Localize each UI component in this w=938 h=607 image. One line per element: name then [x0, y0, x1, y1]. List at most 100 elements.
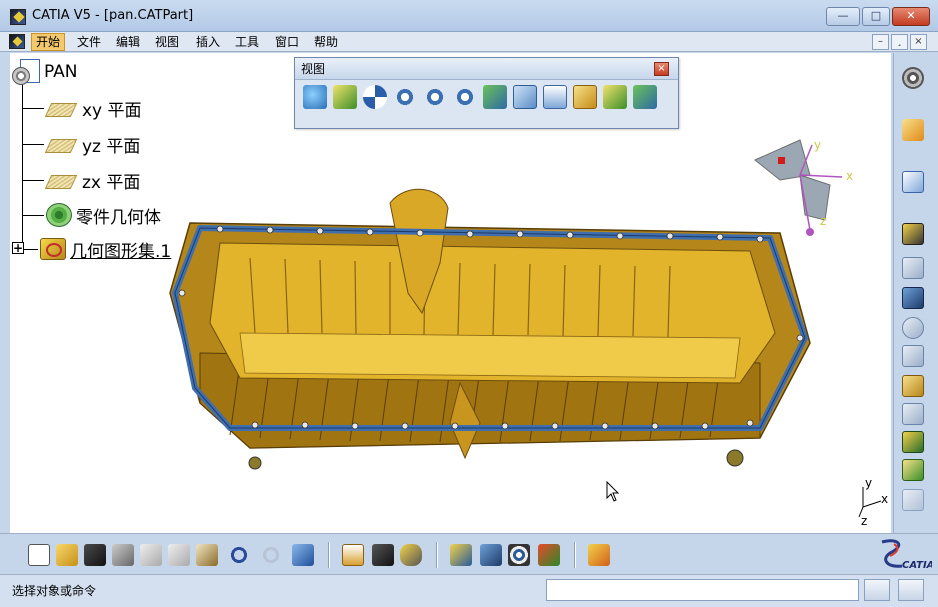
- dress-up-icon[interactable]: [902, 431, 924, 453]
- tree-node-geometric-set[interactable]: 几何图形集.1: [22, 236, 171, 262]
- measure-item-icon[interactable]: [372, 544, 394, 566]
- menu-window[interactable]: 窗口: [271, 33, 303, 51]
- apply-material-icon[interactable]: [450, 544, 472, 566]
- mouse-cursor-icon: [606, 481, 620, 502]
- transformation-icon[interactable]: [902, 459, 924, 481]
- sketcher-icon[interactable]: [902, 171, 924, 193]
- undo-icon[interactable]: [228, 544, 250, 566]
- menu-start[interactable]: 开始: [31, 33, 66, 51]
- tree-node-zx-plane[interactable]: zx 平面: [22, 167, 140, 193]
- pan-icon[interactable]: [363, 85, 387, 109]
- view-toolbar-tools: [303, 85, 657, 113]
- tree-node-yz-plane[interactable]: yz 平面: [22, 131, 140, 157]
- menu-insert[interactable]: 插入: [192, 33, 224, 51]
- menu-edit[interactable]: 编辑: [112, 33, 144, 51]
- save-icon[interactable]: [84, 544, 106, 566]
- tree-root-pan[interactable]: PAN: [12, 59, 78, 85]
- open-folder-icon[interactable]: [56, 544, 78, 566]
- zoom-in-icon[interactable]: [423, 85, 447, 109]
- status-icon-button-1[interactable]: [864, 579, 890, 601]
- menu-tools[interactable]: 工具: [231, 33, 263, 51]
- select-arrow-icon[interactable]: [902, 119, 924, 141]
- minimize-button[interactable]: —: [826, 7, 860, 26]
- hole-icon[interactable]: [902, 345, 924, 367]
- menu-bar: 开始 文件 编辑 视图 插入 工具 窗口 帮助 – ¸ ×: [0, 32, 938, 52]
- measure-inertia-icon[interactable]: [400, 544, 422, 566]
- compass-widget[interactable]: y x z: [750, 135, 860, 245]
- title-bar: CATIA V5 - [pan.CATPart] — □ ✕: [0, 0, 938, 32]
- groove-icon[interactable]: [902, 317, 924, 339]
- plane-icon: [46, 135, 76, 153]
- status-bar: 选择对象或命令: [0, 574, 938, 607]
- plane-icon: [46, 99, 76, 117]
- oil-pan-3d-model[interactable]: [160, 173, 820, 473]
- slot-icon[interactable]: [902, 403, 924, 425]
- geometrical-set-icon: [40, 238, 66, 260]
- window-title: CATIA V5 - [pan.CATPart]: [32, 8, 194, 23]
- close-button[interactable]: ✕: [892, 7, 930, 26]
- shaft-icon[interactable]: [902, 287, 924, 309]
- multi-view-icon[interactable]: [513, 85, 537, 109]
- iso-view-icon[interactable]: [543, 85, 567, 109]
- rib-icon[interactable]: [902, 375, 924, 397]
- 3d-axis-system-icon[interactable]: [508, 544, 530, 566]
- bottom-standard-toolbar: CATIA: [0, 533, 938, 573]
- compass-y-label: y: [814, 138, 821, 152]
- hide-show-icon[interactable]: [603, 85, 627, 109]
- pad-icon[interactable]: [902, 223, 924, 245]
- new-file-icon[interactable]: [28, 544, 50, 566]
- swap-visible-space-icon[interactable]: [633, 85, 657, 109]
- document-icon[interactable]: [9, 34, 25, 49]
- status-icon-button-2[interactable]: [898, 579, 924, 601]
- shading-icon[interactable]: [573, 85, 597, 109]
- menu-view[interactable]: 视图: [151, 33, 183, 51]
- mdi-close-button[interactable]: ×: [910, 34, 927, 50]
- measure-between-icon[interactable]: [342, 544, 364, 566]
- tree-node-xy-plane[interactable]: xy 平面: [22, 95, 142, 121]
- boolean-icon[interactable]: [902, 489, 924, 511]
- catia-logo: CATIA: [881, 539, 932, 571]
- view-toolbar-panel[interactable]: 视图 ×: [294, 57, 679, 129]
- menu-file[interactable]: 文件: [73, 33, 105, 51]
- triad-y-label: y: [865, 477, 872, 490]
- tree-node-label: xy 平面: [82, 100, 142, 121]
- right-workbench-toolbar: [893, 53, 938, 533]
- part-body-icon: [46, 203, 72, 227]
- restore-button[interactable]: □: [862, 7, 890, 26]
- pocket-icon[interactable]: [902, 257, 924, 279]
- catia-app-icon[interactable]: [10, 9, 26, 25]
- tree-root-label: PAN: [44, 62, 78, 82]
- menu-help[interactable]: 帮助: [310, 33, 342, 51]
- redo-icon[interactable]: [260, 544, 282, 566]
- zoom-out-icon[interactable]: [453, 85, 477, 109]
- mdi-minimize-button[interactable]: –: [872, 34, 889, 50]
- view-toolbar-title[interactable]: 视图: [295, 58, 678, 80]
- paste-icon[interactable]: [196, 544, 218, 566]
- part-design-gear-icon[interactable]: [902, 67, 924, 89]
- status-prompt: 选择对象或命令: [12, 584, 97, 598]
- mdi-restore-button[interactable]: ¸: [891, 34, 908, 50]
- whats-this-icon[interactable]: [292, 544, 314, 566]
- tree-node-label: 零件几何体: [76, 207, 161, 228]
- normal-view-icon[interactable]: [483, 85, 507, 109]
- rotate-icon[interactable]: [393, 85, 417, 109]
- tree-node-label: zx 平面: [82, 172, 141, 193]
- hand-tool-icon[interactable]: [588, 544, 610, 566]
- view-toolbar-close-button[interactable]: ×: [654, 62, 669, 76]
- triad-x-label: x: [881, 492, 888, 506]
- command-input[interactable]: [546, 579, 859, 601]
- plane-icon: [46, 171, 76, 189]
- svg-text:CATIA: CATIA: [902, 560, 932, 571]
- stack-layers-icon[interactable]: [538, 544, 560, 566]
- tree-node-part-body[interactable]: 零件几何体: [22, 202, 161, 228]
- part-icon: [12, 59, 40, 85]
- fit-all-icon[interactable]: [333, 85, 357, 109]
- fly-mode-icon[interactable]: [303, 85, 327, 109]
- print-icon[interactable]: [112, 544, 134, 566]
- cut-icon[interactable]: [140, 544, 162, 566]
- 3d-viewport[interactable]: PAN xy 平面 yz 平面 zx 平面 零件几何体 + 几何图形集.1 视图…: [10, 53, 891, 533]
- copy-icon[interactable]: [168, 544, 190, 566]
- tree-node-label: 几何图形集.1: [70, 241, 172, 262]
- axis-triad: y x z: [853, 476, 891, 528]
- datum-icon[interactable]: [480, 544, 502, 566]
